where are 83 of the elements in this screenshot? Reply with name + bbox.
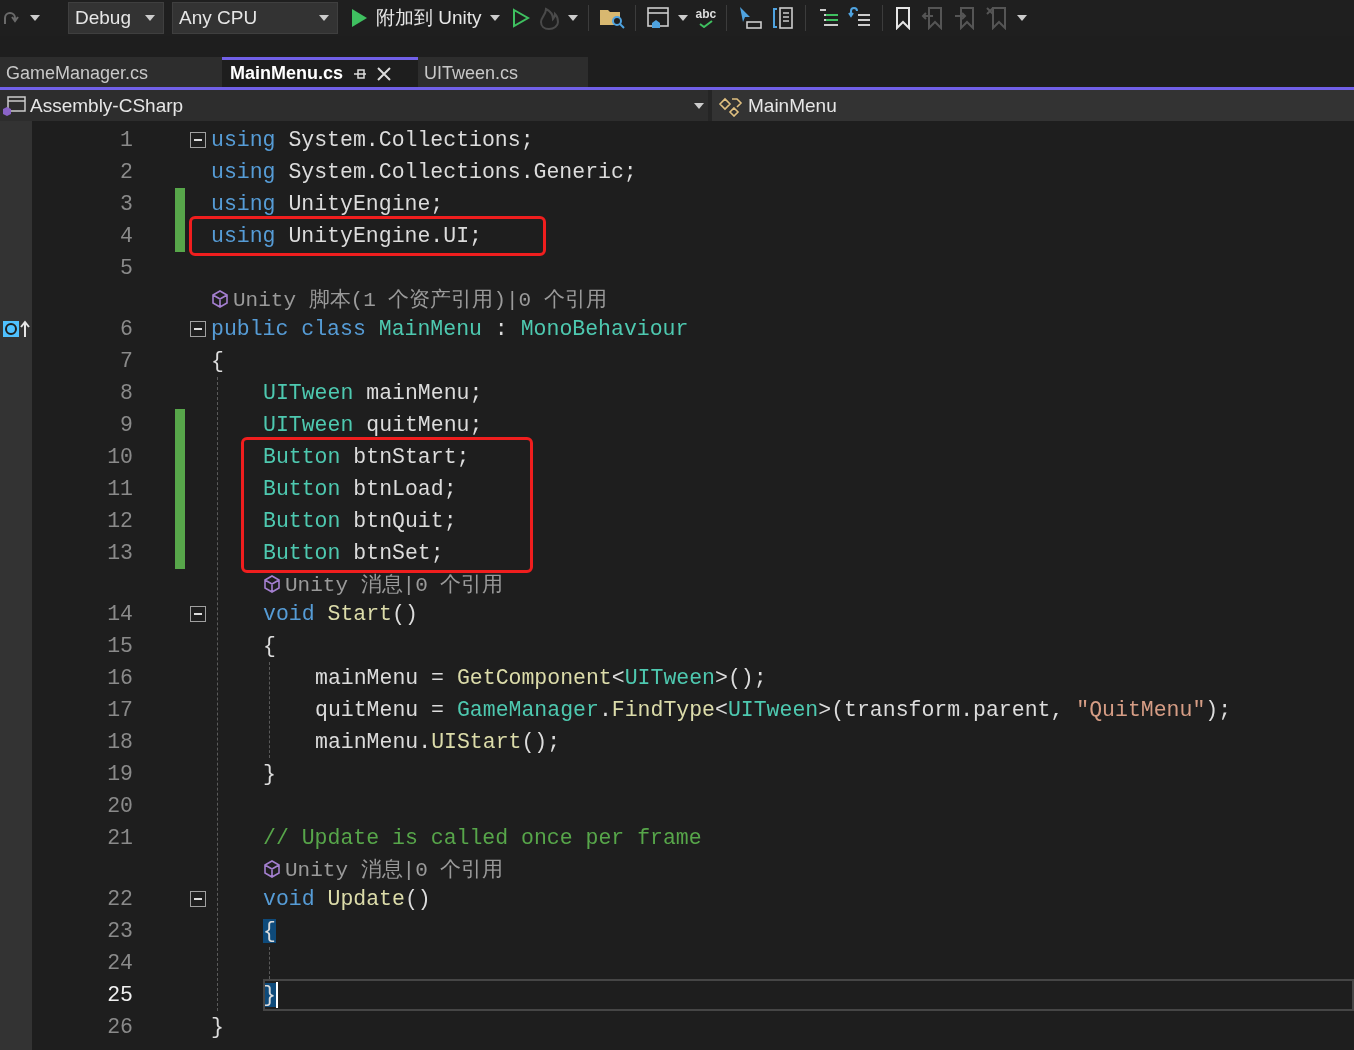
override-icon[interactable]: [2, 320, 30, 338]
uncomment-lines-icon[interactable]: [848, 7, 873, 29]
line-number: 5: [119, 256, 133, 280]
play-icon: [350, 8, 368, 28]
platform-dropdown[interactable]: Any CPU: [172, 2, 338, 34]
collapse-icon[interactable]: [190, 132, 206, 148]
code-line: UITween mainMenu;: [263, 380, 484, 407]
code-line: Button btnLoad;: [263, 476, 458, 503]
caret-icon: [677, 15, 688, 21]
line-number: 15: [106, 634, 133, 658]
project-icon: [2, 94, 26, 117]
code-line: {: [211, 348, 225, 375]
collapse-icon[interactable]: [190, 891, 206, 907]
line-number: 26: [106, 1015, 133, 1039]
code-line: UITween quitMenu;: [263, 412, 484, 439]
code-line: Button btnQuit;: [263, 508, 458, 535]
code-line: }: [263, 979, 1354, 1011]
code-line: void Start(): [263, 601, 419, 628]
line-number: 24: [106, 951, 133, 975]
line-number: 12: [106, 509, 133, 533]
caret-icon: [30, 15, 40, 21]
code-line: using UnityEngine;: [211, 191, 445, 218]
code-line: mainMenu.UIStart();: [315, 729, 562, 756]
line-number: 13: [106, 541, 133, 565]
line-number: 7: [119, 349, 133, 373]
line-number: 8: [119, 381, 133, 405]
caret-icon: [1017, 15, 1028, 21]
line-number: 4: [119, 224, 133, 248]
code-line: {: [263, 633, 277, 660]
code-line: using UnityEngine.UI;: [211, 223, 482, 250]
format-icon[interactable]: [771, 6, 796, 30]
cube-icon: [211, 289, 229, 308]
close-icon[interactable]: [377, 66, 392, 81]
cube-icon: [263, 859, 281, 878]
line-number: 2: [119, 160, 133, 184]
caret-icon: [489, 15, 500, 21]
caret-icon: [567, 15, 578, 21]
cube-icon: [263, 574, 281, 593]
folder-search-icon[interactable]: [598, 7, 625, 29]
type-dropdown[interactable]: MainMenu: [712, 90, 1354, 121]
collapse-icon[interactable]: [190, 606, 206, 622]
pointer-icon[interactable]: [737, 5, 764, 31]
code-line: void Update(): [263, 886, 432, 913]
line-number: 16: [106, 666, 133, 690]
code-line: mainMenu = GetComponent<UITween>();: [315, 665, 768, 692]
line-number: 20: [106, 794, 133, 818]
code-line: using System.Collections.Generic;: [211, 159, 638, 186]
line-number: 17: [106, 698, 133, 722]
code-line: quitMenu = GameManager.FindType<UITween>(transform.parent, "QuitMenu");: [315, 697, 1233, 724]
start-button[interactable]: 附加到 Unity: [346, 5, 504, 31]
code-line: // Update is called once per frame: [263, 825, 703, 852]
line-number: 6: [119, 317, 133, 341]
code-line: Button btnStart;: [263, 444, 470, 471]
code-line: }: [211, 1014, 225, 1041]
code-line: Button btnSet;: [263, 540, 445, 567]
code-line: }: [263, 761, 277, 788]
pin-icon[interactable]: [353, 66, 368, 81]
caret-icon: [145, 15, 155, 21]
codelens-text[interactable]: Unity 消息|0 个引用: [285, 854, 504, 883]
line-number: 21: [106, 826, 133, 850]
line-number: 14: [106, 602, 133, 626]
line-number: 1: [119, 128, 133, 152]
file-tab[interactable]: UITween.cs: [418, 57, 588, 87]
configuration-dropdown[interactable]: Debug: [68, 2, 164, 34]
line-number: 22: [106, 887, 133, 911]
collapse-icon[interactable]: [190, 321, 206, 337]
line-number: 19: [106, 762, 133, 786]
caret-icon: [694, 102, 704, 109]
line-number: 11: [106, 477, 133, 501]
line-number: 23: [106, 919, 133, 943]
line-number: 10: [106, 445, 133, 469]
file-tab[interactable]: GameManager.cs: [0, 57, 222, 87]
code-line: public class MainMenu : MonoBehaviour: [211, 316, 690, 343]
line-number: 3: [119, 192, 133, 216]
codelens-text[interactable]: Unity 脚本(1 个资产引用)|0 个引用: [233, 284, 607, 313]
caret-icon: [319, 15, 329, 21]
line-number: 9: [119, 413, 133, 437]
codelens-text[interactable]: Unity 消息|0 个引用: [285, 569, 504, 598]
play-icon[interactable]: [511, 8, 530, 28]
code-line: using System.Collections;: [211, 127, 535, 154]
window-icon[interactable]: [645, 6, 670, 30]
line-number: 18: [106, 730, 133, 754]
line-number: 25: [106, 983, 133, 1007]
